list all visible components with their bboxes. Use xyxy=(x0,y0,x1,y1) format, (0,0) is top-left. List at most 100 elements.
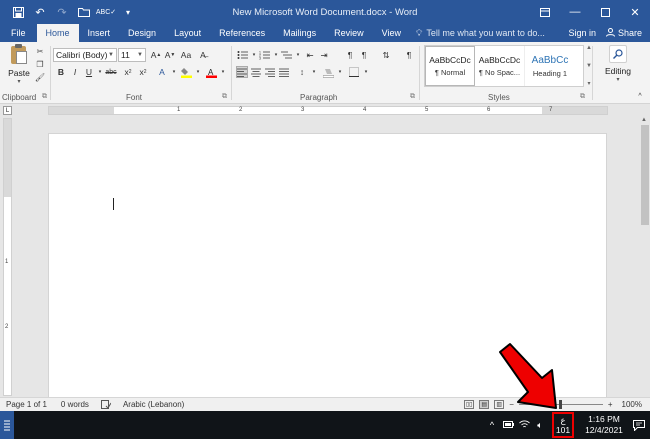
copy-icon[interactable]: ❐ xyxy=(35,59,45,69)
clipboard-launcher-icon[interactable]: ⧉ xyxy=(42,93,47,101)
subscript-icon[interactable]: x2 xyxy=(122,66,134,78)
chevron-up-icon[interactable]: ^ xyxy=(484,420,500,430)
show-paragraph-marks-icon[interactable]: ¶ xyxy=(403,49,415,61)
font-color-icon[interactable]: A xyxy=(205,66,217,78)
styles-group-label: Styles xyxy=(488,93,510,102)
maximize-icon[interactable] xyxy=(590,0,620,24)
ruler-number: 7 xyxy=(549,107,553,113)
zoom-in-icon[interactable]: + xyxy=(608,400,613,409)
battery-icon[interactable] xyxy=(500,420,516,430)
scrollbar-thumb[interactable] xyxy=(641,125,649,225)
bold-icon[interactable]: B xyxy=(55,66,67,78)
sign-in-link[interactable]: Sign in xyxy=(568,28,596,38)
tab-review[interactable]: Review xyxy=(325,24,373,42)
tell-me-box[interactable]: 💡︎ Tell me what you want to do... xyxy=(410,24,551,42)
highlight-color-icon[interactable] xyxy=(180,66,192,78)
editing-button[interactable]: Editing ▾ xyxy=(594,45,642,83)
shading-icon[interactable] xyxy=(322,66,334,78)
share-button[interactable]: Share xyxy=(605,27,642,39)
minimize-icon[interactable]: — xyxy=(560,0,590,24)
shrink-font-icon[interactable]: A ▼ xyxy=(164,49,176,61)
volume-icon[interactable]: 🔈︎ xyxy=(532,420,548,431)
tab-view[interactable]: View xyxy=(373,24,410,42)
spelling-check-icon[interactable]: ABC✓ xyxy=(96,2,116,22)
print-layout-icon[interactable]: ▤ xyxy=(479,400,490,409)
align-left-icon[interactable] xyxy=(236,66,248,78)
align-right-icon[interactable] xyxy=(264,66,276,78)
clear-formatting-icon[interactable]: A̶ xyxy=(197,49,209,61)
horizontal-ruler[interactable]: 1 2 3 4 5 6 7 xyxy=(48,106,608,115)
style-heading-1[interactable]: AaBbCc Heading 1 xyxy=(525,46,575,86)
proofing-icon[interactable] xyxy=(95,400,117,409)
wifi-icon[interactable] xyxy=(516,419,532,431)
page-count[interactable]: Page 1 of 1 xyxy=(0,400,53,409)
word-count[interactable]: 0 words xyxy=(53,400,95,409)
bullets-icon[interactable] xyxy=(236,49,248,61)
change-case-icon[interactable]: Aa xyxy=(180,49,192,61)
vertical-ruler[interactable]: 1 2 xyxy=(3,118,12,396)
vertical-scrollbar[interactable]: ▲ xyxy=(640,117,650,397)
strikethrough-icon[interactable]: abc xyxy=(105,66,117,78)
paragraph-launcher-icon[interactable]: ⧉ xyxy=(410,93,415,101)
zoom-level[interactable]: 100% xyxy=(622,400,642,409)
multilevel-list-icon[interactable] xyxy=(280,49,292,61)
chevron-down-icon[interactable]: ▾ xyxy=(192,66,204,78)
style-no-spacing[interactable]: AaBbCcDc ¶ No Spac... xyxy=(475,46,525,86)
font-size-box[interactable]: 11 ▼ xyxy=(118,48,146,62)
text-effects-icon[interactable]: A xyxy=(156,66,168,78)
tab-home[interactable]: Home xyxy=(36,24,79,42)
right-to-left-icon[interactable]: ¶ xyxy=(358,49,370,61)
open-folder-icon[interactable] xyxy=(74,2,94,22)
cut-icon[interactable]: ✂ xyxy=(35,46,45,56)
save-icon[interactable] xyxy=(8,2,28,22)
italic-icon[interactable]: I xyxy=(69,66,81,78)
format-painter-icon[interactable]: 🖌︎ xyxy=(35,72,45,82)
font-launcher-icon[interactable]: ⧉ xyxy=(222,93,227,101)
language-indicator[interactable]: Arabic (Lebanon) xyxy=(117,400,190,409)
tab-mailings[interactable]: Mailings xyxy=(274,24,325,42)
ribbon-display-options-icon[interactable] xyxy=(530,0,560,24)
tab-design[interactable]: Design xyxy=(119,24,165,42)
grow-font-icon[interactable]: A ▲ xyxy=(150,49,162,61)
collapse-ribbon-icon[interactable]: ^ xyxy=(634,90,646,102)
increase-indent-icon[interactable]: ⇥ xyxy=(318,49,330,61)
borders-icon[interactable] xyxy=(348,66,360,78)
align-center-icon[interactable] xyxy=(250,66,262,78)
style-normal[interactable]: AaBbCcDc ¶ Normal xyxy=(425,46,475,86)
font-name-box[interactable]: Calibri (Body) ▼ xyxy=(53,48,117,62)
clock[interactable]: 1:16 PM 12/4/2021 xyxy=(580,414,628,436)
more-styles-icon[interactable]: ▾ xyxy=(587,80,590,87)
redo-icon[interactable]: ↷ xyxy=(52,2,72,22)
customize-toolbar-icon[interactable]: ▾ xyxy=(118,2,138,22)
left-to-right-icon[interactable]: ¶ xyxy=(344,49,356,61)
notifications-icon[interactable] xyxy=(628,419,650,431)
tab-insert[interactable]: Insert xyxy=(79,24,120,42)
undo-icon[interactable]: ↶ xyxy=(30,2,50,22)
tab-references[interactable]: References xyxy=(210,24,274,42)
sort-icon[interactable]: ⇅ xyxy=(380,49,392,61)
chevron-down-icon[interactable]: ▾ xyxy=(308,66,320,78)
paste-button[interactable]: Paste ▾ xyxy=(6,44,32,85)
chevron-down-icon[interactable]: ▾ xyxy=(168,66,180,78)
word-taskbar-icon[interactable] xyxy=(0,411,14,439)
tab-layout[interactable]: Layout xyxy=(165,24,210,42)
line-spacing-icon[interactable]: ↕ xyxy=(296,66,308,78)
lightbulb-icon: 💡︎ xyxy=(416,27,423,38)
superscript-icon[interactable]: x2 xyxy=(137,66,149,78)
input-language-indicator[interactable]: ع 101 xyxy=(552,412,574,438)
chevron-up-icon[interactable]: ▲ xyxy=(641,117,647,123)
numbering-icon[interactable]: 123 xyxy=(258,49,270,61)
chevron-down-icon[interactable]: ▾ xyxy=(292,49,304,61)
close-icon[interactable]: ✕ xyxy=(620,0,650,24)
editing-label: Editing xyxy=(605,66,631,76)
styles-launcher-icon[interactable]: ⧉ xyxy=(580,93,585,101)
decrease-indent-icon[interactable]: ⇤ xyxy=(304,49,316,61)
tab-selector-icon[interactable]: L xyxy=(3,106,12,115)
justify-icon[interactable] xyxy=(278,66,290,78)
chevron-down-icon[interactable]: ▾ xyxy=(217,66,229,78)
chevron-down-icon[interactable]: ▾ xyxy=(334,66,346,78)
read-mode-icon[interactable]: ▯▯ xyxy=(464,400,475,409)
chevron-down-icon[interactable]: ▾ xyxy=(360,66,372,78)
style-sample: AaBbCcDc xyxy=(429,55,471,65)
tab-file[interactable]: File xyxy=(0,24,37,42)
